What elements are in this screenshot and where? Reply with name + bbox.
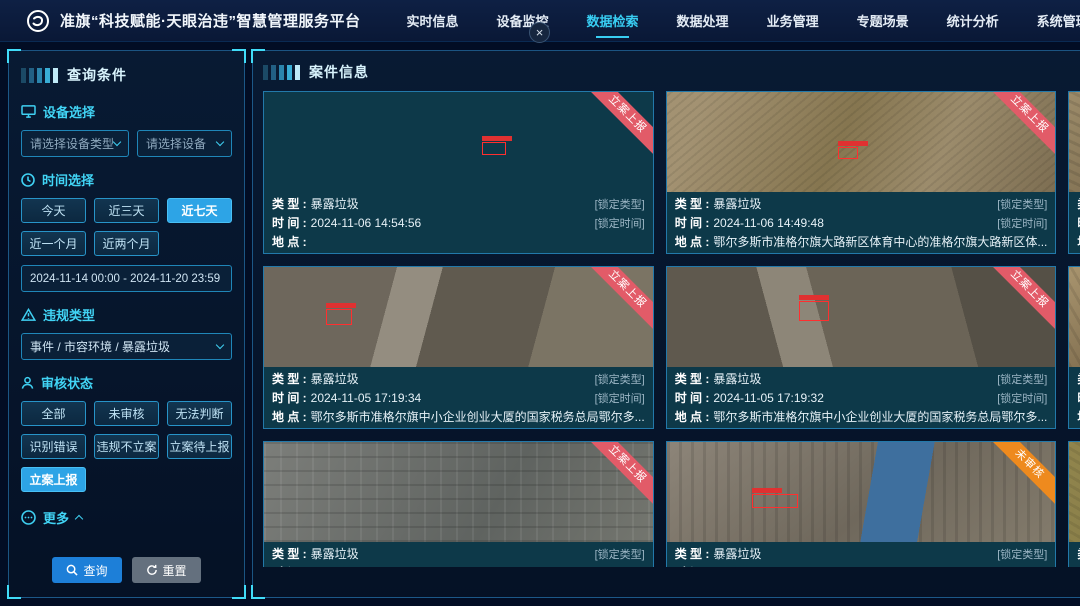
audit-section-title: 审核状态 (21, 373, 232, 392)
case-status-ribbon: 立案上报 (579, 92, 653, 162)
time-filter-today[interactable]: 今天 (21, 198, 86, 223)
audit-filter-unreviewed[interactable]: 未审核 (94, 401, 159, 426)
nav-item-special-scenes[interactable]: 专题场景 (855, 7, 911, 34)
pagination: 共 13 条 1 2 12 条/页 跳至 页 (263, 567, 1080, 593)
case-card[interactable]: 立案上报 类 型 :暴露垃圾[锁定类型] 时 间 :2024-11-05 13:… (263, 441, 654, 567)
audit-filter-case-reported[interactable]: 立案上报 (21, 467, 86, 492)
case-image[interactable]: 立案上报 (264, 267, 653, 367)
chevron-down-icon (216, 138, 224, 146)
nav-item-data-search[interactable]: 数据检索 (585, 7, 641, 34)
case-info-panel: 案件信息 导出方式: 本页数据 全部数据 本页图片 立案上报 类 型 :暴露垃 (252, 50, 1080, 598)
case-status-ribbon: 立案上报 (579, 267, 653, 337)
reset-button[interactable]: 重置 (132, 557, 201, 583)
audit-filter-pending-report[interactable]: 立案待上报 (167, 434, 232, 459)
violation-section-title: 违规类型 (21, 305, 232, 324)
nav-item-statistics[interactable]: 统计分析 (945, 7, 1001, 34)
section-bars-icon (21, 68, 58, 83)
chevron-down-icon (113, 138, 121, 146)
detection-box (326, 309, 352, 325)
refresh-icon (146, 564, 158, 576)
warning-triangle-icon (21, 308, 36, 321)
time-section-title: 时间选择 (21, 170, 232, 189)
more-toggle[interactable]: 更多 (21, 508, 232, 527)
time-filter-1month[interactable]: 近一个月 (21, 231, 86, 256)
time-filter-3days[interactable]: 近三天 (94, 198, 159, 223)
case-image[interactable]: 立案上报 (667, 267, 1056, 367)
case-image[interactable]: 立案上报 (264, 92, 653, 192)
nav-item-system-mgmt[interactable]: 系统管理 (1035, 7, 1080, 34)
nav-item-realtime-info[interactable]: 实时信息 (405, 7, 461, 34)
search-icon (66, 564, 78, 576)
query-conditions-panel: 查询条件 设备选择 请选择设备类型 请选择设备 时间选择 今天 近三天 近七天 … (8, 50, 245, 598)
case-status-ribbon: 立案上报 (982, 267, 1056, 337)
person-outline-icon (21, 376, 34, 390)
chevron-down-icon (216, 341, 224, 349)
date-range-input[interactable]: 2024-11-14 00:00 - 2024-11-20 23:59 (21, 265, 232, 292)
case-card-grid: 立案上报 类 型 :暴露垃圾[锁定类型] 时 间 :2024-11-06 14:… (263, 91, 1080, 567)
case-card[interactable]: 立案上报 类 型 :暴露垃圾[锁定类型] 时 间 :2024-11-06 14:… (263, 91, 654, 254)
case-image[interactable]: 未审核 (667, 442, 1056, 542)
audit-filter-undeterminable[interactable]: 无法判断 (167, 401, 232, 426)
case-card[interactable]: 立案上报 类 型 :暴露垃圾[锁定类型] 时 间 :2024-11-06 14:… (1068, 91, 1080, 254)
audit-filter-no-case[interactable]: 违规不立案 (94, 434, 159, 459)
case-card[interactable]: 未审核 类 型 :暴露垃圾[锁定类型] 时 间 :2024-10-28 10:2… (666, 441, 1057, 567)
time-filter-7days[interactable]: 近七天 (167, 198, 232, 223)
audit-filter-all[interactable]: 全部 (21, 401, 86, 426)
case-image[interactable]: 立案上报 (1069, 442, 1080, 542)
detection-box (838, 147, 858, 159)
chevron-up-icon (75, 515, 83, 523)
nav-collapse-button[interactable]: × (529, 22, 550, 43)
sidebar-title: 查询条件 (67, 65, 127, 85)
main-title: 案件信息 (309, 62, 369, 82)
nav-item-business-mgmt[interactable]: 业务管理 (765, 7, 821, 34)
device-select[interactable]: 请选择设备 (137, 130, 232, 157)
platform-title: 准旗“科技赋能·天眼治违”智慧管理服务平台 (60, 10, 361, 31)
case-image[interactable]: 立案上报 (1069, 267, 1080, 367)
detection-box (752, 494, 798, 508)
case-status-ribbon: 立案上报 (982, 92, 1056, 162)
case-status-ribbon: 立案上报 (579, 442, 653, 512)
device-type-select[interactable]: 请选择设备类型 (21, 130, 129, 157)
violation-type-select[interactable]: 事件 / 市容环境 / 暴露垃圾 (21, 333, 232, 360)
case-card[interactable]: 立案上报 类 型 :暴露垃圾[锁定类型] 时 间 :2024-11-05 14:… (1068, 266, 1080, 429)
case-card[interactable]: 立案上报 类 型 :暴露垃圾[锁定类型] 时 间 :2024-11-05 17:… (263, 266, 654, 429)
section-bars-icon (263, 65, 300, 80)
monitor-icon (21, 105, 36, 118)
case-image[interactable]: 立案上报 (1069, 92, 1080, 192)
ellipsis-circle-icon (21, 510, 36, 525)
audit-filter-misidentified[interactable]: 识别错误 (21, 434, 86, 459)
clock-icon (21, 173, 35, 187)
nav-item-data-process[interactable]: 数据处理 (675, 7, 731, 34)
case-image[interactable]: 立案上报 (667, 92, 1056, 192)
query-button[interactable]: 查询 (52, 557, 121, 583)
detection-box (482, 142, 506, 155)
device-section-title: 设备选择 (21, 102, 232, 121)
case-image[interactable]: 立案上报 (264, 442, 653, 542)
case-status-ribbon: 未审核 (982, 442, 1056, 512)
time-filter-2months[interactable]: 近两个月 (94, 231, 159, 256)
main-menu: 实时信息 设备监控 数据检索 数据处理 业务管理 专题场景 统计分析 系统管理 (405, 7, 1080, 34)
detection-box (799, 301, 829, 321)
case-card[interactable]: 立案上报 类 型 :暴露垃圾[锁定类型] 时 间 :2024-11-06 14:… (666, 91, 1057, 254)
case-card[interactable]: 立案上报 类 型 :暴露垃圾[锁定类型] 时 间 :2024-11-05 17:… (666, 266, 1057, 429)
platform-logo-icon (26, 9, 50, 33)
case-card[interactable]: 立案上报 类 型 :暴露垃圾[锁定类型] 时 间 :2024-10-25 09:… (1068, 441, 1080, 567)
